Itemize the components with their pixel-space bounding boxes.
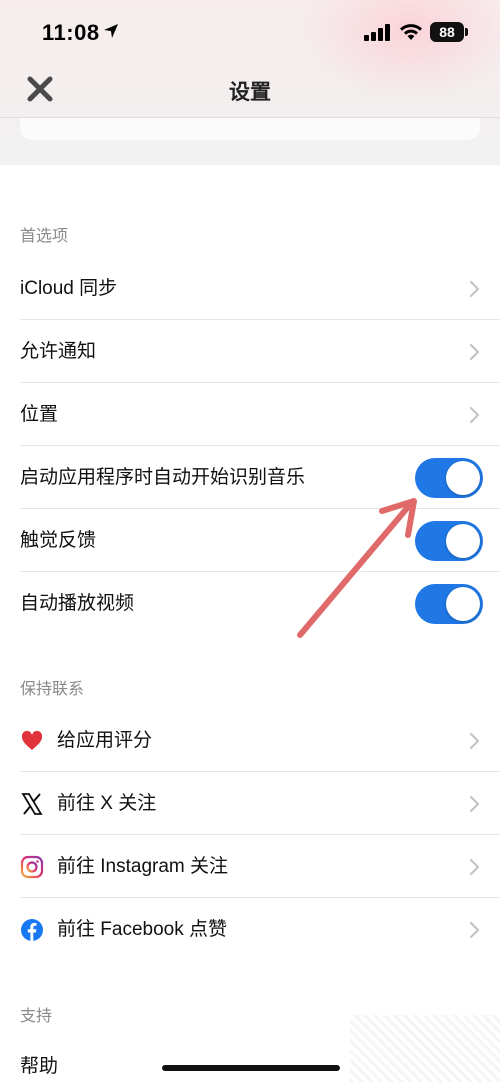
- chevron-right-icon: [469, 732, 480, 750]
- row-label: 前往 X 关注: [57, 793, 157, 814]
- cellular-signal-icon: [364, 24, 390, 41]
- toggle-knob: [446, 461, 480, 495]
- page-title: 设置: [229, 81, 271, 104]
- location-arrow-icon: [104, 24, 118, 38]
- row-label: 位置: [20, 404, 59, 425]
- previous-card-edge: [20, 118, 480, 140]
- annotation-arrow-icon: [297, 498, 417, 638]
- row-label: 启动应用程序时自动开始识别音乐: [20, 467, 306, 488]
- chevron-right-icon: [469, 921, 480, 939]
- toggle-knob: [446, 524, 480, 558]
- row-allow-notifications[interactable]: 允许通知: [0, 320, 500, 383]
- row-icloud-sync[interactable]: iCloud 同步: [0, 257, 500, 320]
- status-bar: 11:08 88: [0, 0, 500, 66]
- watermark-pattern: [350, 1015, 500, 1082]
- instagram-icon: [20, 855, 44, 879]
- chevron-right-icon: [469, 406, 480, 424]
- row-label: 前往 Facebook 点赞: [57, 919, 227, 940]
- row-label: 触觉反馈: [20, 530, 97, 551]
- toggle-knob: [446, 587, 480, 621]
- row-rate-app[interactable]: 给应用评分: [0, 709, 500, 772]
- row-label: 给应用评分: [57, 730, 153, 751]
- row-follow-x[interactable]: 前往 X 关注: [0, 772, 500, 835]
- auto-recognize-toggle[interactable]: [415, 458, 483, 498]
- section-header-support: 支持: [20, 1008, 53, 1025]
- battery-cap: [465, 28, 468, 36]
- battery-indicator: 88: [430, 22, 464, 42]
- row-location[interactable]: 位置: [0, 383, 500, 446]
- row-label: iCloud 同步: [20, 278, 118, 299]
- row-label: 帮助: [20, 1056, 59, 1077]
- row-label: 前往 Instagram 关注: [57, 856, 229, 877]
- chevron-right-icon: [469, 280, 480, 298]
- row-like-facebook[interactable]: 前往 Facebook 点赞: [0, 898, 500, 961]
- section-header-stay-connected: 保持联系: [20, 681, 85, 698]
- heart-icon: [21, 730, 43, 750]
- x-logo-icon: [21, 793, 43, 815]
- wifi-icon: [400, 24, 422, 40]
- row-label: 允许通知: [20, 341, 97, 362]
- section-header-preferences: 首选项: [20, 228, 69, 245]
- row-follow-instagram[interactable]: 前往 Instagram 关注: [0, 835, 500, 898]
- chevron-right-icon: [469, 795, 480, 813]
- row-label: 自动播放视频: [20, 593, 135, 614]
- status-time: 11:08: [42, 20, 100, 45]
- chevron-right-icon: [469, 858, 480, 876]
- chevron-right-icon: [469, 343, 480, 361]
- facebook-icon: [21, 919, 43, 941]
- home-indicator[interactable]: [162, 1065, 340, 1071]
